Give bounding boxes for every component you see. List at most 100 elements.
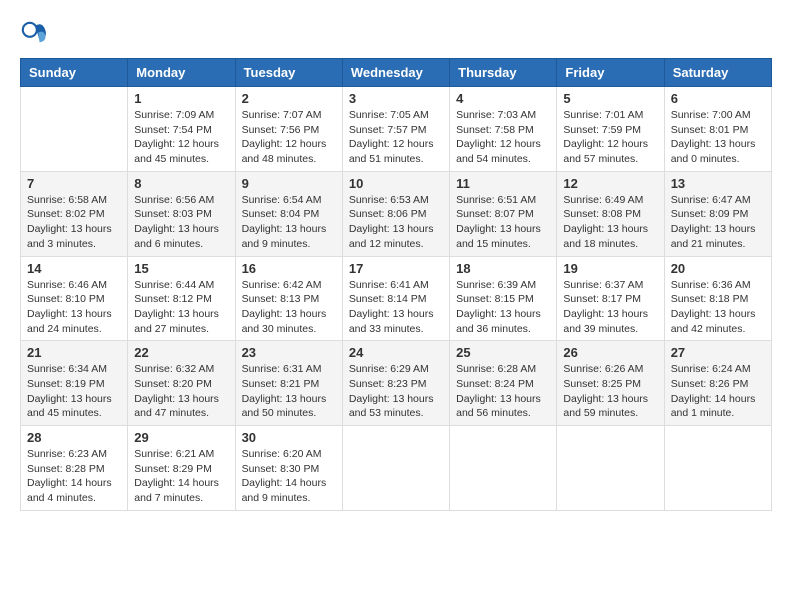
day-info: Sunrise: 6:37 AM Sunset: 8:17 PM Dayligh… <box>563 278 657 337</box>
day-info: Sunrise: 7:05 AM Sunset: 7:57 PM Dayligh… <box>349 108 443 167</box>
day-info: Sunrise: 6:58 AM Sunset: 8:02 PM Dayligh… <box>27 193 121 252</box>
day-number: 16 <box>242 261 336 276</box>
day-cell: 27 Sunrise: 6:24 AM Sunset: 8:26 PM Dayli… <box>664 341 771 426</box>
day-cell: 14 Sunrise: 6:46 AM Sunset: 8:10 PM Dayli… <box>21 256 128 341</box>
day-cell: 26 Sunrise: 6:26 AM Sunset: 8:25 PM Dayli… <box>557 341 664 426</box>
day-number: 21 <box>27 345 121 360</box>
logo-icon <box>20 20 48 48</box>
day-info: Sunrise: 6:21 AM Sunset: 8:29 PM Dayligh… <box>134 447 228 506</box>
day-number: 18 <box>456 261 550 276</box>
day-number: 25 <box>456 345 550 360</box>
day-info: Sunrise: 7:03 AM Sunset: 7:58 PM Dayligh… <box>456 108 550 167</box>
day-cell: 10 Sunrise: 6:53 AM Sunset: 8:06 PM Dayli… <box>342 171 449 256</box>
day-number: 17 <box>349 261 443 276</box>
col-header-monday: Monday <box>128 59 235 87</box>
day-cell: 12 Sunrise: 6:49 AM Sunset: 8:08 PM Dayli… <box>557 171 664 256</box>
header-row: SundayMondayTuesdayWednesdayThursdayFrid… <box>21 59 772 87</box>
day-cell: 4 Sunrise: 7:03 AM Sunset: 7:58 PM Daylig… <box>450 87 557 172</box>
col-header-tuesday: Tuesday <box>235 59 342 87</box>
day-info: Sunrise: 7:00 AM Sunset: 8:01 PM Dayligh… <box>671 108 765 167</box>
day-info: Sunrise: 6:26 AM Sunset: 8:25 PM Dayligh… <box>563 362 657 421</box>
day-info: Sunrise: 6:31 AM Sunset: 8:21 PM Dayligh… <box>242 362 336 421</box>
day-cell: 7 Sunrise: 6:58 AM Sunset: 8:02 PM Daylig… <box>21 171 128 256</box>
day-cell: 30 Sunrise: 6:20 AM Sunset: 8:30 PM Dayli… <box>235 426 342 511</box>
day-cell: 28 Sunrise: 6:23 AM Sunset: 8:28 PM Dayli… <box>21 426 128 511</box>
day-number: 15 <box>134 261 228 276</box>
week-row-5: 28 Sunrise: 6:23 AM Sunset: 8:28 PM Dayli… <box>21 426 772 511</box>
day-number: 26 <box>563 345 657 360</box>
day-cell: 21 Sunrise: 6:34 AM Sunset: 8:19 PM Dayli… <box>21 341 128 426</box>
week-row-2: 7 Sunrise: 6:58 AM Sunset: 8:02 PM Daylig… <box>21 171 772 256</box>
day-cell: 16 Sunrise: 6:42 AM Sunset: 8:13 PM Dayli… <box>235 256 342 341</box>
col-header-friday: Friday <box>557 59 664 87</box>
day-cell: 25Sunrise: 6:28 AM Sunset: 8:24 PM Dayli… <box>450 341 557 426</box>
col-header-saturday: Saturday <box>664 59 771 87</box>
day-cell <box>342 426 449 511</box>
day-info: Sunrise: 7:09 AM Sunset: 7:54 PM Dayligh… <box>134 108 228 167</box>
calendar-table: SundayMondayTuesdayWednesdayThursdayFrid… <box>20 58 772 511</box>
day-info: Sunrise: 6:46 AM Sunset: 8:10 PM Dayligh… <box>27 278 121 337</box>
day-number: 6 <box>671 91 765 106</box>
day-cell: 6 Sunrise: 7:00 AM Sunset: 8:01 PM Daylig… <box>664 87 771 172</box>
day-number: 3 <box>349 91 443 106</box>
day-number: 11 <box>456 176 550 191</box>
day-number: 29 <box>134 430 228 445</box>
day-number: 28 <box>27 430 121 445</box>
day-number: 30 <box>242 430 336 445</box>
day-number: 14 <box>27 261 121 276</box>
day-info: Sunrise: 6:34 AM Sunset: 8:19 PM Dayligh… <box>27 362 121 421</box>
day-info: Sunrise: 6:47 AM Sunset: 8:09 PM Dayligh… <box>671 193 765 252</box>
day-cell: 11 Sunrise: 6:51 AM Sunset: 8:07 PM Dayli… <box>450 171 557 256</box>
day-info: Sunrise: 6:24 AM Sunset: 8:26 PM Dayligh… <box>671 362 765 421</box>
day-number: 27 <box>671 345 765 360</box>
day-info: Sunrise: 6:39 AM Sunset: 8:15 PM Dayligh… <box>456 278 550 337</box>
day-cell: 2 Sunrise: 7:07 AM Sunset: 7:56 PM Daylig… <box>235 87 342 172</box>
day-info: Sunrise: 6:56 AM Sunset: 8:03 PM Dayligh… <box>134 193 228 252</box>
day-cell: 13 Sunrise: 6:47 AM Sunset: 8:09 PM Dayli… <box>664 171 771 256</box>
day-info: Sunrise: 7:01 AM Sunset: 7:59 PM Dayligh… <box>563 108 657 167</box>
col-header-sunday: Sunday <box>21 59 128 87</box>
week-row-4: 21 Sunrise: 6:34 AM Sunset: 8:19 PM Dayli… <box>21 341 772 426</box>
day-cell: 18 Sunrise: 6:39 AM Sunset: 8:15 PM Dayli… <box>450 256 557 341</box>
day-number: 12 <box>563 176 657 191</box>
day-info: Sunrise: 6:20 AM Sunset: 8:30 PM Dayligh… <box>242 447 336 506</box>
day-cell: 5 Sunrise: 7:01 AM Sunset: 7:59 PM Daylig… <box>557 87 664 172</box>
col-header-wednesday: Wednesday <box>342 59 449 87</box>
day-number: 1 <box>134 91 228 106</box>
day-number: 4 <box>456 91 550 106</box>
week-row-3: 14 Sunrise: 6:46 AM Sunset: 8:10 PM Dayli… <box>21 256 772 341</box>
day-info: Sunrise: 7:07 AM Sunset: 7:56 PM Dayligh… <box>242 108 336 167</box>
day-cell <box>557 426 664 511</box>
day-number: 5 <box>563 91 657 106</box>
col-header-thursday: Thursday <box>450 59 557 87</box>
day-number: 13 <box>671 176 765 191</box>
day-cell <box>21 87 128 172</box>
calendar-header: SundayMondayTuesdayWednesdayThursdayFrid… <box>21 59 772 87</box>
calendar-body: 1 Sunrise: 7:09 AM Sunset: 7:54 PM Daylig… <box>21 87 772 511</box>
day-number: 8 <box>134 176 228 191</box>
day-cell <box>664 426 771 511</box>
day-number: 22 <box>134 345 228 360</box>
day-cell: 20 Sunrise: 6:36 AM Sunset: 8:18 PM Dayli… <box>664 256 771 341</box>
day-cell: 17Sunrise: 6:41 AM Sunset: 8:14 PM Dayli… <box>342 256 449 341</box>
day-number: 20 <box>671 261 765 276</box>
day-info: Sunrise: 6:36 AM Sunset: 8:18 PM Dayligh… <box>671 278 765 337</box>
day-info: Sunrise: 6:53 AM Sunset: 8:06 PM Dayligh… <box>349 193 443 252</box>
day-number: 23 <box>242 345 336 360</box>
day-cell: 22 Sunrise: 6:32 AM Sunset: 8:20 PM Dayli… <box>128 341 235 426</box>
day-info: Sunrise: 6:32 AM Sunset: 8:20 PM Dayligh… <box>134 362 228 421</box>
day-number: 10 <box>349 176 443 191</box>
page-header <box>20 20 772 48</box>
day-number: 7 <box>27 176 121 191</box>
day-number: 24 <box>349 345 443 360</box>
day-number: 2 <box>242 91 336 106</box>
day-cell: 19Sunrise: 6:37 AM Sunset: 8:17 PM Dayli… <box>557 256 664 341</box>
day-info: Sunrise: 6:51 AM Sunset: 8:07 PM Dayligh… <box>456 193 550 252</box>
day-info: Sunrise: 6:29 AM Sunset: 8:23 PM Dayligh… <box>349 362 443 421</box>
day-info: Sunrise: 6:49 AM Sunset: 8:08 PM Dayligh… <box>563 193 657 252</box>
day-cell: 23 Sunrise: 6:31 AM Sunset: 8:21 PM Dayli… <box>235 341 342 426</box>
day-info: Sunrise: 6:23 AM Sunset: 8:28 PM Dayligh… <box>27 447 121 506</box>
day-info: Sunrise: 6:42 AM Sunset: 8:13 PM Dayligh… <box>242 278 336 337</box>
day-info: Sunrise: 6:54 AM Sunset: 8:04 PM Dayligh… <box>242 193 336 252</box>
day-number: 9 <box>242 176 336 191</box>
